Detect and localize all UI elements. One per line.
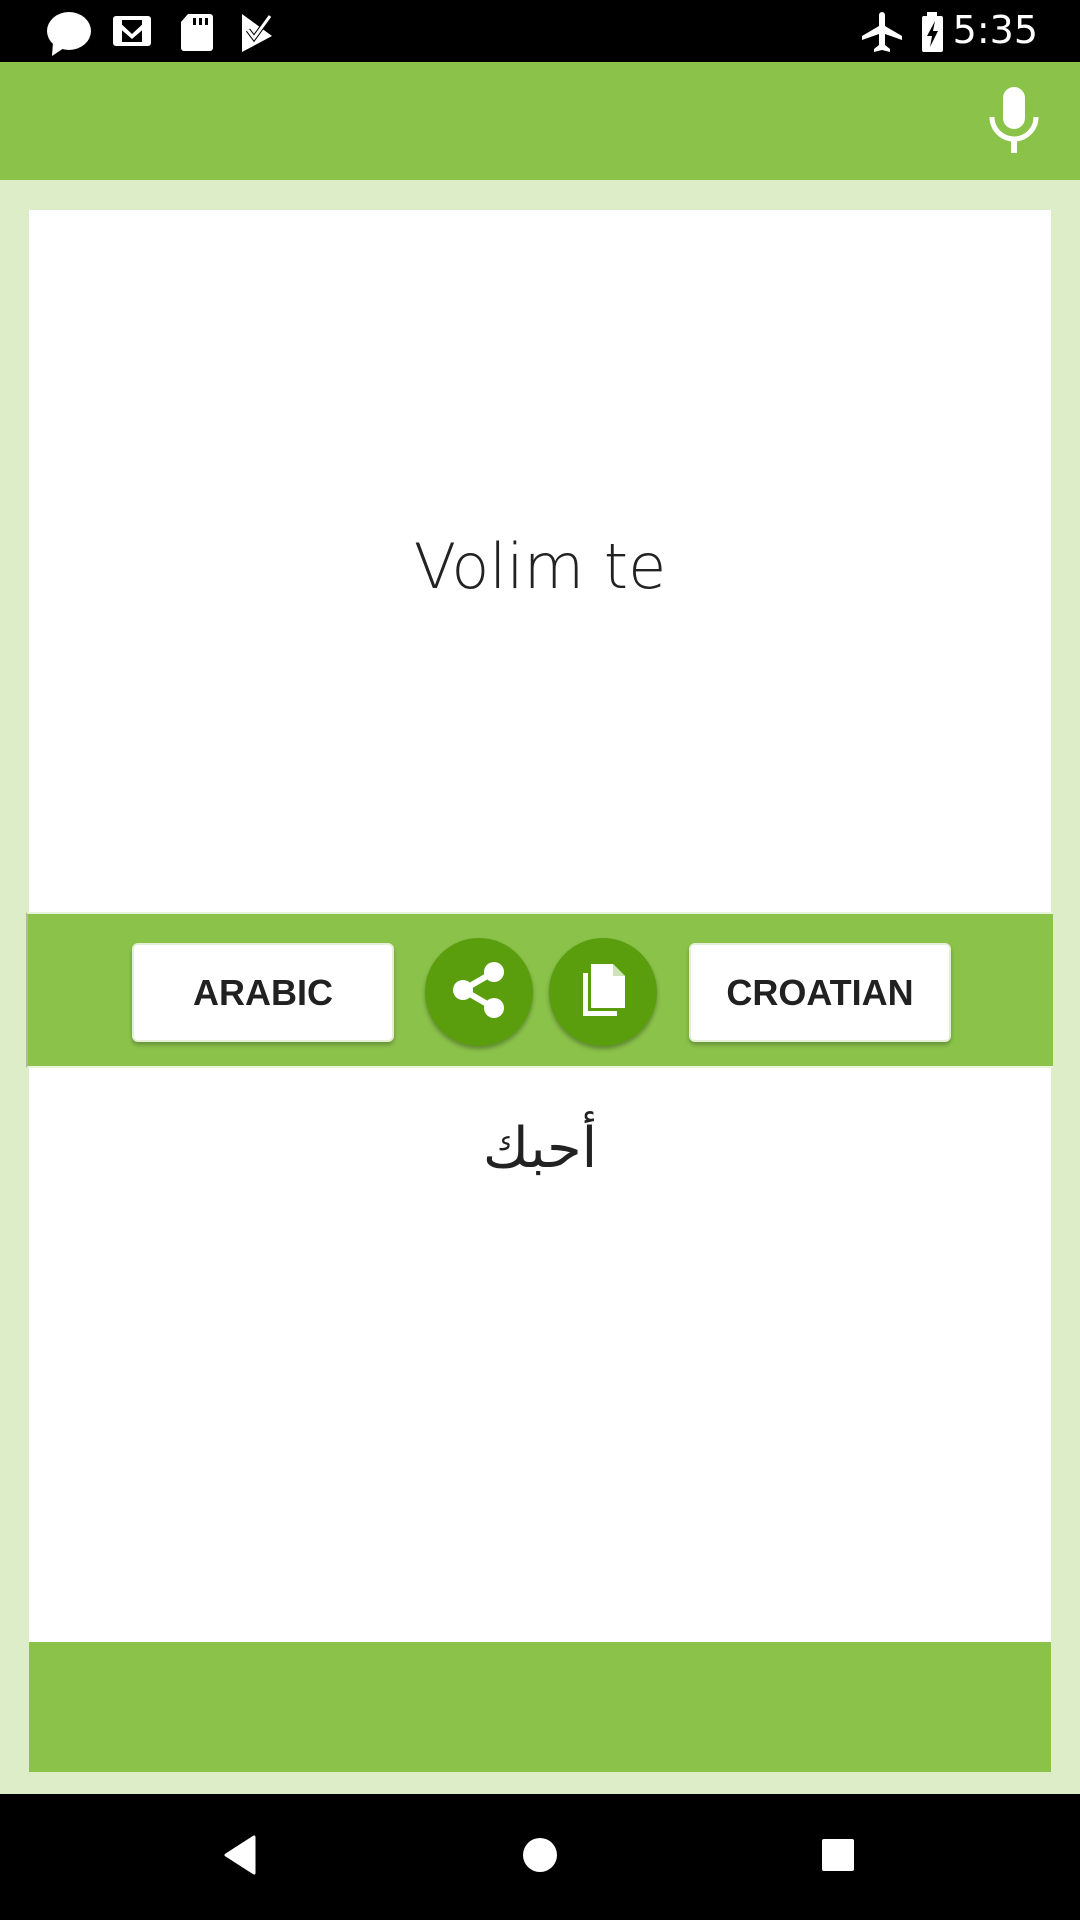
share-button[interactable] bbox=[425, 938, 533, 1046]
airplane-mode-icon bbox=[860, 10, 904, 54]
copy-icon bbox=[575, 961, 631, 1024]
source-text[interactable]: Volim te bbox=[29, 530, 1051, 603]
share-icon bbox=[448, 959, 510, 1026]
sd-card-icon bbox=[174, 10, 218, 54]
voice-input-button[interactable] bbox=[974, 82, 1054, 162]
back-icon bbox=[220, 1833, 260, 1882]
recents-button[interactable] bbox=[805, 1824, 871, 1890]
copy-button[interactable] bbox=[549, 938, 657, 1046]
navigation-bar bbox=[0, 1794, 1080, 1920]
translation-panel: أحبك bbox=[29, 1068, 1051, 1642]
translated-text: أحبك bbox=[482, 1116, 598, 1181]
target-language-button[interactable]: CROATIAN bbox=[689, 943, 951, 1042]
home-button[interactable] bbox=[507, 1824, 573, 1890]
clock: 5:35 bbox=[952, 8, 1038, 52]
source-text-panel[interactable]: Volim te bbox=[29, 210, 1051, 912]
language-bar: ARABIC CROATIAN bbox=[26, 912, 1053, 1068]
gmail-icon bbox=[110, 10, 154, 54]
play-store-check-icon bbox=[238, 10, 282, 54]
back-button[interactable] bbox=[207, 1824, 273, 1890]
chat-bubble-icon bbox=[44, 10, 91, 56]
source-language-button[interactable]: ARABIC bbox=[132, 943, 394, 1042]
recents-icon bbox=[819, 1836, 857, 1879]
status-bar: 5:35 bbox=[0, 0, 1080, 62]
home-icon bbox=[520, 1835, 560, 1880]
app-bar bbox=[0, 62, 1080, 180]
microphone-icon bbox=[984, 85, 1044, 160]
ad-banner-area bbox=[29, 1642, 1051, 1772]
